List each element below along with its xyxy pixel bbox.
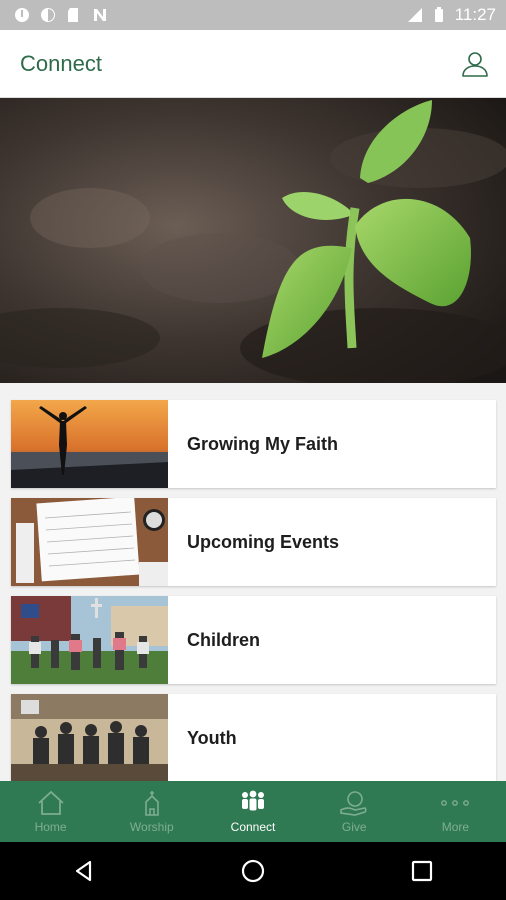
- nav-worship[interactable]: Worship: [101, 781, 202, 842]
- nav-home[interactable]: Home: [0, 781, 101, 842]
- nav-give[interactable]: Give: [304, 781, 405, 842]
- home-circle-icon[interactable]: [238, 856, 268, 886]
- church-icon: [144, 790, 159, 816]
- app-notification-icon: [15, 8, 29, 22]
- card-label: Growing My Faith: [187, 433, 338, 454]
- n-icon: [94, 9, 106, 21]
- connect-list: Growing My Faith Upcoming Events Childre…: [11, 400, 496, 792]
- hand-globe-icon: [340, 790, 367, 816]
- nav-label: More: [441, 819, 470, 834]
- signal-icon: [407, 8, 422, 22]
- card-label: Children: [187, 629, 261, 650]
- nav-more[interactable]: More: [405, 781, 506, 842]
- sd-card-icon: [68, 8, 78, 22]
- card-label: Upcoming Events: [187, 531, 340, 552]
- notification-icons: [0, 7, 108, 23]
- person-outline-icon[interactable]: [460, 49, 490, 79]
- card-thumbnail: [11, 498, 168, 586]
- recents-icon[interactable]: [407, 856, 437, 886]
- nav-label: Give: [341, 819, 367, 834]
- status-bar: 11:27: [0, 0, 506, 30]
- nav-connect[interactable]: Connect: [202, 781, 303, 842]
- list-item[interactable]: Growing My Faith: [11, 400, 496, 488]
- card-thumbnail: [11, 694, 168, 782]
- card-label: Youth: [187, 727, 237, 748]
- house-icon: [37, 790, 64, 815]
- card-thumbnail: [11, 596, 168, 684]
- nav-label: Worship: [129, 819, 174, 834]
- battery-icon: [434, 7, 443, 22]
- app-bar: Connect: [0, 30, 506, 98]
- hero-image: [0, 98, 506, 383]
- bottom-nav: Home Worship Connect Give More: [0, 781, 506, 842]
- page-title: Connect: [20, 50, 102, 76]
- card-thumbnail: [11, 400, 168, 488]
- list-item[interactable]: Upcoming Events: [11, 498, 496, 586]
- nav-label: Home: [34, 819, 67, 834]
- nav-label: Connect: [230, 819, 276, 834]
- system-nav-bar: [0, 842, 506, 900]
- list-item[interactable]: Youth: [11, 694, 496, 782]
- more-dots-icon: [441, 799, 470, 806]
- people-icon: [242, 790, 264, 810]
- list-item[interactable]: Children: [11, 596, 496, 684]
- status-time: 11:27: [454, 5, 496, 24]
- app-notification-icon: [41, 8, 55, 22]
- back-icon[interactable]: [69, 856, 99, 886]
